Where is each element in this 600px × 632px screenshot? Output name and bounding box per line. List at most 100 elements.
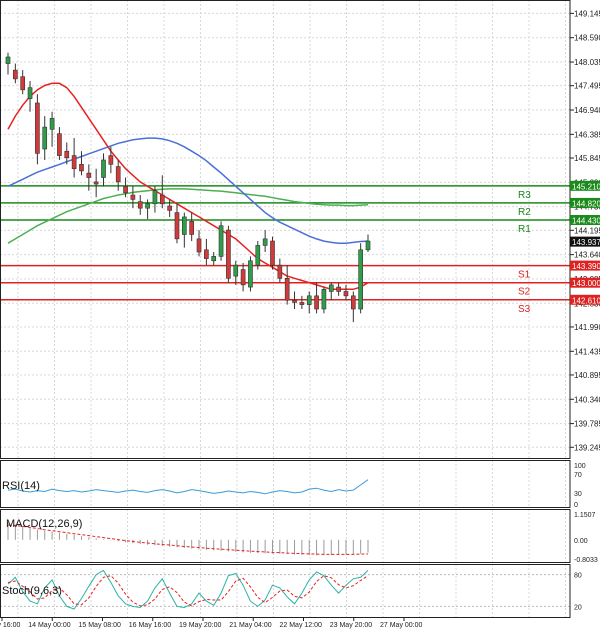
candle-body (27, 87, 33, 99)
time-tick-label: 15 May 08:00 (79, 622, 122, 629)
candle-body (233, 264, 239, 277)
candle-body (5, 56, 11, 64)
price-tick-label: 146.940 (574, 106, 600, 115)
candle-body (174, 212, 180, 240)
rsi-tick-label: 100 (574, 463, 586, 470)
price-tick-label: 141.435 (574, 347, 600, 356)
rsi-tick-label: 0 (574, 502, 578, 509)
candle-body (358, 249, 363, 310)
candle-body (152, 190, 158, 205)
candle-body (365, 240, 371, 251)
candle-body (226, 229, 231, 279)
macd-tick-label: 0.00 (574, 538, 588, 545)
level-name-s2: S2 (518, 287, 531, 298)
chart-background (0, 0, 600, 632)
candle-body (57, 133, 62, 156)
stoch-tick-label: 20 (574, 604, 582, 611)
level-name-r2: R2 (518, 207, 531, 218)
candle-body (350, 295, 356, 310)
price-tick-label: 144.195 (574, 226, 600, 235)
candle-body (159, 194, 165, 205)
time-tick-label: 22 May 12:00 (280, 622, 323, 629)
level-price-tag-label: 143.000 (572, 279, 600, 288)
price-tick-label: 139.785 (574, 420, 600, 429)
price-tick-label: 141.990 (574, 323, 600, 332)
candle-body (64, 150, 70, 159)
candle-body (248, 260, 253, 288)
candle-body (13, 69, 18, 80)
candle-body (167, 205, 172, 211)
candle-body (277, 264, 283, 279)
candle-body (211, 256, 217, 262)
time-tick-label: 13 May 16:00 (0, 622, 21, 629)
level-price-tag-label: 145.210 (572, 182, 600, 191)
level-name-r3: R3 (518, 190, 531, 201)
candle-body (306, 295, 312, 305)
candle-body (130, 194, 136, 200)
candle-body (182, 216, 187, 235)
candle-body (35, 102, 40, 154)
candle-body (204, 249, 209, 259)
time-tick-label: 27 May 00:00 (380, 622, 423, 629)
level-price-tag-label: 144.430 (572, 217, 600, 226)
candle-body (196, 238, 202, 253)
current-price-label: 143.937 (572, 238, 600, 247)
candle-body (71, 155, 77, 170)
candle-body (79, 164, 84, 172)
candle-body (42, 126, 48, 150)
candle-body (262, 238, 268, 246)
price-tick-label: 148.590 (574, 34, 600, 43)
rsi-tick-label: 70 (574, 472, 582, 479)
level-name-s1: S1 (518, 270, 531, 281)
candle-body (115, 166, 121, 183)
candle-body (93, 181, 99, 185)
candle-body (101, 159, 106, 178)
candle-body (292, 299, 297, 303)
candle-body (284, 278, 290, 301)
rsi-tick-label: 30 (574, 491, 582, 498)
level-name-r1: R1 (518, 224, 531, 235)
time-tick-label: 19 May 20:00 (179, 622, 222, 629)
candle-body (123, 185, 128, 194)
candle-body (314, 295, 319, 310)
price-tick-label: 147.495 (574, 82, 600, 91)
price-tick-label: 146.385 (574, 130, 600, 139)
candle-body (20, 76, 26, 91)
stoch-title: Stoch(9,6,3) (2, 585, 62, 597)
candle-body (336, 286, 341, 292)
time-tick-label: 23 May 20:00 (330, 622, 373, 629)
price-tick-label: 139.245 (574, 443, 600, 452)
level-price-tag-label: 143.390 (572, 262, 600, 271)
time-tick-label: 14 May 00:00 (28, 622, 71, 629)
stoch-tick-label: 80 (574, 573, 582, 580)
candle-body (145, 203, 150, 209)
candle-body (218, 225, 224, 257)
price-tick-label: 143.640 (574, 251, 600, 260)
price-tick-label: 149.145 (574, 9, 600, 18)
time-tick-label: 21 May 04:00 (229, 622, 272, 629)
forex-chart: R3 R2 R1 S1 S2 S3 RSI(14) MACD(12,26,9) Stoch… (0, 0, 600, 632)
level-name-s3: S3 (518, 304, 531, 315)
price-tick-label: 140.895 (574, 371, 600, 380)
price-tick-label: 140.340 (574, 395, 600, 404)
rsi-title: RSI(14) (2, 480, 40, 492)
candle-body (189, 221, 194, 235)
candle-body (328, 284, 334, 292)
macd-tick-label: -0.8033 (574, 557, 598, 564)
candle-body (255, 245, 261, 266)
price-tick-label: 148.035 (574, 58, 600, 67)
candle-body (270, 240, 275, 266)
macd-title: MACD(12,26,9) (6, 518, 82, 530)
candle-body (240, 269, 246, 286)
candle-body (108, 155, 114, 165)
candle-body (299, 302, 305, 305)
candle-body (343, 291, 349, 297)
price-tick-label: 145.845 (574, 154, 600, 163)
candle-body (137, 201, 143, 209)
macd-tick-label: 1.1507 (574, 512, 596, 519)
candle-body (49, 118, 55, 130)
level-price-tag-label: 142.610 (572, 296, 600, 305)
candle-body (86, 172, 92, 178)
level-price-tag-label: 144.820 (572, 199, 600, 208)
time-tick-label: 16 May 16:00 (129, 622, 172, 629)
